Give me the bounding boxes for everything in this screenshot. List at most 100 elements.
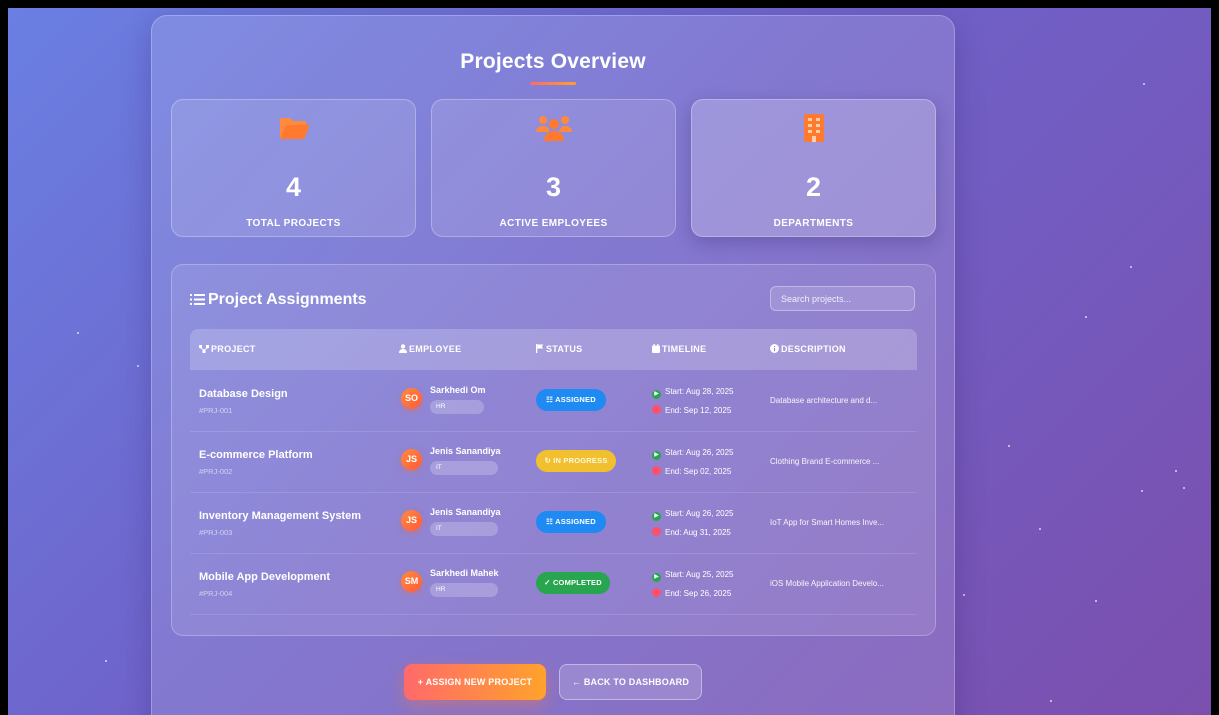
table-row[interactable]: Inventory Management System #PRJ-003 JS … xyxy=(190,493,917,554)
employee-name: Jenis Sanandiya xyxy=(430,446,501,456)
table-row[interactable]: Database Design #PRJ-001 SO Sarkhedi Om … xyxy=(190,371,917,432)
flag-end-icon xyxy=(652,405,661,414)
title-underline xyxy=(530,82,576,85)
star-dot xyxy=(1130,266,1132,268)
stat-card-active-employees[interactable]: 3 ACTIVE EMPLOYEES xyxy=(431,99,676,237)
list-icon xyxy=(190,293,205,311)
status-badge: ☷ ASSIGNED xyxy=(536,511,606,533)
avatar: SO xyxy=(401,388,422,409)
department-tag: IT xyxy=(430,461,498,475)
project-name: Mobile App Development xyxy=(199,571,330,583)
table-row[interactable]: Mobile App Development #PRJ-004 SM Sarkh… xyxy=(190,554,917,615)
building-icon xyxy=(692,112,935,144)
star-dot xyxy=(1008,445,1010,447)
timeline-end: End: Sep 26, 2025 xyxy=(652,588,731,598)
page-title: Projects Overview xyxy=(460,50,646,73)
stat-label: ACTIVE EMPLOYEES xyxy=(499,218,608,229)
department-tag: HR xyxy=(430,400,484,414)
stat-value: 3 xyxy=(545,172,562,202)
star-dot xyxy=(1085,316,1087,318)
avatar: SM xyxy=(401,571,422,592)
star-dot xyxy=(963,594,965,596)
table-header: PROJECT EMPLOYEE STATUS TIMELINE DESCRIP… xyxy=(190,329,917,370)
play-icon: ▶ xyxy=(652,451,661,460)
column-header-project[interactable]: PROJECT xyxy=(199,344,256,355)
projects-overview-card: Projects Overview 4 TOTAL PROJECTS 3 ACT… xyxy=(151,15,955,715)
assigned-status-icon: ☷ xyxy=(546,395,554,404)
timeline-start: ▶ Start: Aug 26, 2025 xyxy=(652,448,734,460)
stat-value: 4 xyxy=(285,172,302,202)
stat-label: DEPARTMENTS xyxy=(773,218,854,229)
project-id: #PRJ-002 xyxy=(199,467,233,476)
timeline-start: ▶ Start: Aug 28, 2025 xyxy=(652,387,734,399)
status-badge: ☷ ASSIGNED xyxy=(536,389,606,411)
avatar: JS xyxy=(401,449,422,470)
avatar: JS xyxy=(401,510,422,531)
table-row[interactable]: E-commerce Platform #PRJ-002 JS Jenis Sa… xyxy=(190,432,917,493)
assigned-status-icon: ☷ xyxy=(546,517,554,526)
project-id: #PRJ-001 xyxy=(199,406,233,415)
project-description: IoT App for Smart Homes Inve... xyxy=(770,518,885,527)
timeline-start: ▶ Start: Aug 26, 2025 xyxy=(652,509,734,521)
employee-name: Sarkhedi Mahek xyxy=(430,568,499,578)
star-dot xyxy=(105,660,107,662)
user-icon xyxy=(399,344,407,355)
users-icon xyxy=(432,112,675,144)
calendar-icon xyxy=(652,344,660,355)
department-tag: IT xyxy=(430,522,498,536)
project-name: E-commerce Platform xyxy=(199,449,313,461)
flag-end-icon xyxy=(652,588,661,597)
star-dot xyxy=(1050,700,1052,702)
star-dot xyxy=(137,365,139,367)
stat-card-departments[interactable]: 2 DEPARTMENTS xyxy=(691,99,936,237)
star-dot xyxy=(77,332,79,334)
status-badge: ↻ IN PROGRESS xyxy=(536,450,616,472)
timeline-end: End: Aug 31, 2025 xyxy=(652,527,731,537)
search-input[interactable] xyxy=(770,286,915,311)
panel-title-text: Project Assignments xyxy=(208,291,367,308)
star-dot xyxy=(1141,490,1143,492)
play-icon: ▶ xyxy=(652,573,661,582)
project-description: iOS Mobile Application Develo... xyxy=(770,579,884,588)
play-icon: ▶ xyxy=(652,390,661,399)
project-name: Database Design xyxy=(199,388,288,400)
star-dot xyxy=(1183,487,1185,489)
project-diagram-icon xyxy=(199,345,209,355)
page-background: Projects Overview 4 TOTAL PROJECTS 3 ACT… xyxy=(8,8,1211,715)
check-icon: ✓ xyxy=(544,578,551,587)
department-tag: HR xyxy=(430,583,498,597)
stat-value: 2 xyxy=(805,172,822,202)
timeline-end: End: Sep 12, 2025 xyxy=(652,405,731,415)
stat-label: TOTAL PROJECTS xyxy=(246,218,341,229)
timeline-end: End: Sep 02, 2025 xyxy=(652,466,731,476)
spinner-icon: ↻ xyxy=(544,456,551,465)
column-header-description[interactable]: DESCRIPTION xyxy=(770,344,846,355)
employee-name: Sarkhedi Om xyxy=(430,385,486,395)
column-header-status[interactable]: STATUS xyxy=(536,344,582,355)
play-icon: ▶ xyxy=(652,512,661,521)
project-assignments-panel: Project Assignments PROJECT EMPLOYEE xyxy=(171,264,936,636)
project-id: #PRJ-004 xyxy=(199,589,233,598)
project-description: Clothing Brand E-commerce ... xyxy=(770,457,880,466)
status-badge: ✓ COMPLETED xyxy=(536,572,610,594)
star-dot xyxy=(1095,600,1097,602)
star-dot xyxy=(1039,528,1041,530)
star-dot xyxy=(1143,83,1145,85)
project-name: Inventory Management System xyxy=(199,510,361,522)
timeline-start: ▶ Start: Aug 25, 2025 xyxy=(652,570,734,582)
flag-icon xyxy=(536,344,544,355)
flag-end-icon xyxy=(652,466,661,475)
star-dot xyxy=(1175,470,1177,472)
flag-end-icon xyxy=(652,527,661,536)
project-id: #PRJ-003 xyxy=(199,528,233,537)
assign-new-project-button[interactable]: + ASSIGN NEW PROJECT xyxy=(404,664,546,700)
back-to-dashboard-button[interactable]: ← BACK TO DASHBOARD xyxy=(559,664,702,700)
info-icon xyxy=(770,344,779,355)
column-header-timeline[interactable]: TIMELINE xyxy=(652,344,706,355)
column-header-employee[interactable]: EMPLOYEE xyxy=(399,344,461,355)
panel-title: Project Assignments xyxy=(190,291,367,311)
folder-open-icon xyxy=(172,112,415,144)
project-description: Database architecture and d... xyxy=(770,396,878,405)
stat-card-total-projects[interactable]: 4 TOTAL PROJECTS xyxy=(171,99,416,237)
employee-name: Jenis Sanandiya xyxy=(430,507,501,517)
